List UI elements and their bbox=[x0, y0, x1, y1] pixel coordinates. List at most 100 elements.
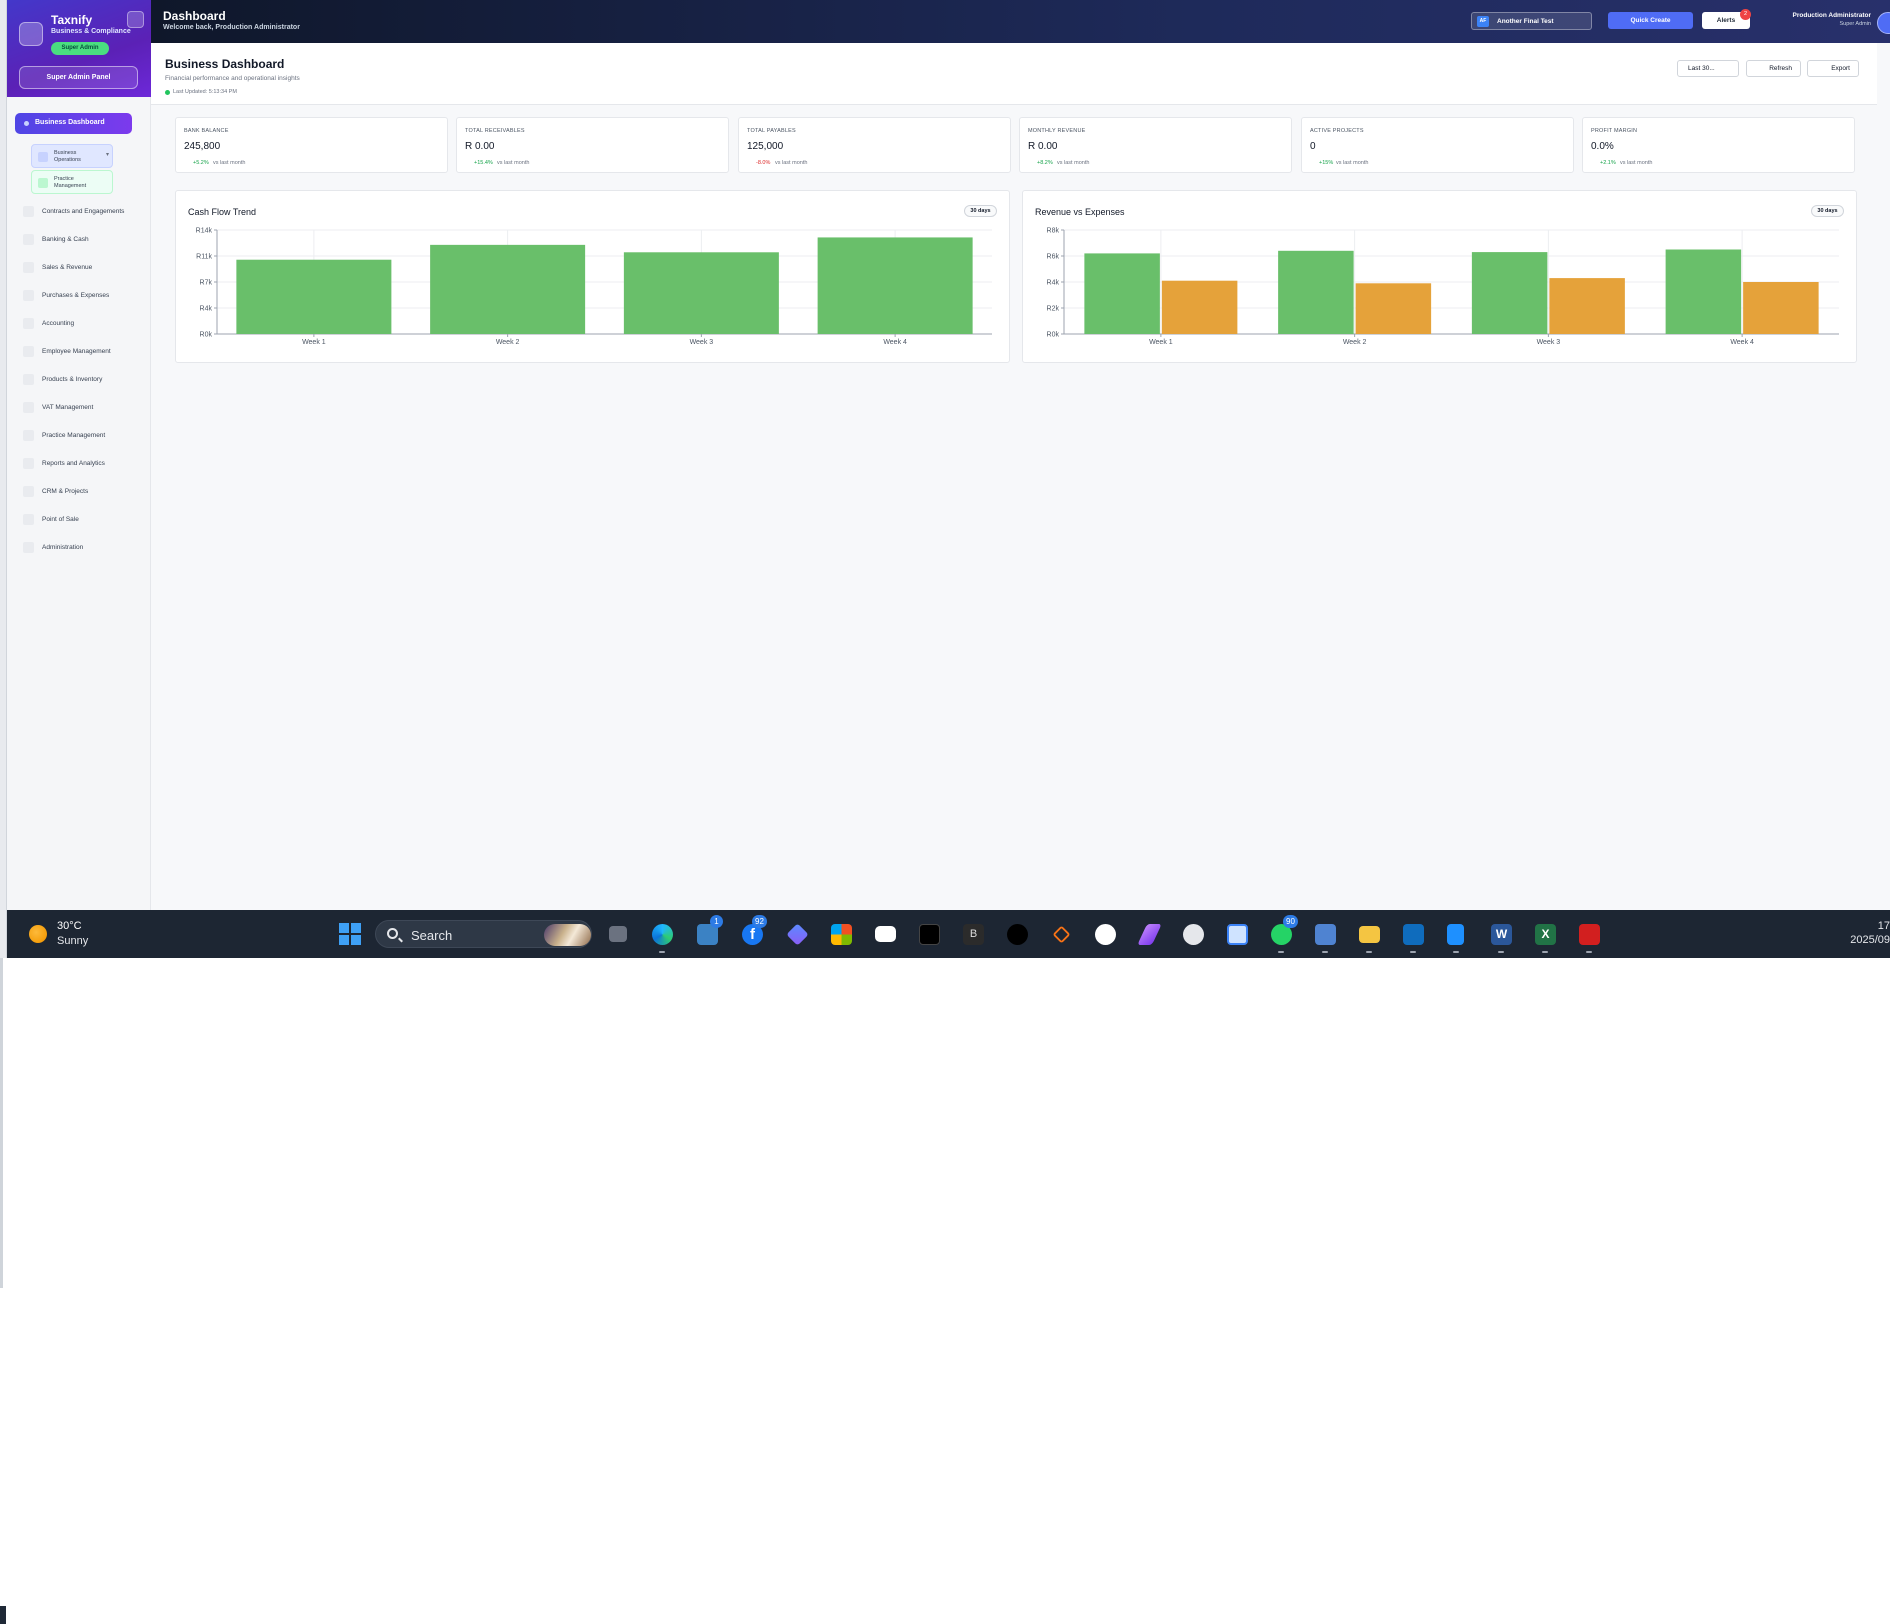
sunny-weather-icon[interactable] bbox=[29, 925, 47, 943]
super-admin-panel-button[interactable]: Super Admin Panel bbox=[19, 66, 138, 89]
bar bbox=[1355, 283, 1432, 334]
git-tool-icon[interactable] bbox=[1052, 925, 1071, 944]
user-name[interactable]: Production Administrator bbox=[1771, 12, 1871, 19]
date-range-select[interactable]: Last 30... bbox=[1677, 60, 1739, 77]
kpi-card-profit-margin: PROFIT MARGIN 0.0% +2.1% vs last month bbox=[1582, 117, 1855, 173]
alerts-count-badge: 2 bbox=[1740, 9, 1751, 20]
sidebar-item-reports[interactable]: Reports and Analytics bbox=[23, 457, 143, 471]
sidebar-item-practice[interactable]: Practice Management bbox=[23, 429, 143, 443]
refresh-button[interactable]: Refresh bbox=[1746, 60, 1801, 77]
x-tick-label: Week 3 bbox=[690, 339, 714, 346]
github-desktop-icon[interactable] bbox=[1183, 924, 1204, 945]
sidebar-item-pos[interactable]: Point of Sale bbox=[23, 513, 143, 527]
word-icon[interactable]: W bbox=[1491, 924, 1512, 945]
y-tick-label: R11k bbox=[196, 254, 212, 261]
outlook-icon[interactable] bbox=[1403, 924, 1424, 945]
kpi-change: +15% bbox=[1319, 160, 1334, 166]
sidebar-item-employees[interactable]: Employee Management bbox=[23, 345, 143, 359]
excel-icon[interactable]: X bbox=[1535, 924, 1556, 945]
weather-temperature[interactable]: 30°C bbox=[57, 920, 82, 932]
sidebar-item-label: Practice Management bbox=[42, 432, 106, 439]
taskbar-search[interactable]: Search bbox=[375, 920, 592, 948]
kpi-change-suffix: vs last month bbox=[497, 160, 530, 166]
sidebar-subitem-business-operations[interactable]: Business Operations ▾ bbox=[31, 144, 113, 168]
sidebar-item-label: Contracts and Engagements bbox=[42, 208, 125, 215]
task-view-icon[interactable] bbox=[609, 926, 627, 942]
sidebar-header: Taxnify Business & Compliance Super Admi… bbox=[7, 0, 151, 97]
bar bbox=[1084, 253, 1160, 334]
remote-desktop-icon[interactable] bbox=[1227, 924, 1248, 945]
sidebar-item-banking[interactable]: Banking & Cash bbox=[23, 233, 143, 247]
notepad-icon[interactable] bbox=[1447, 924, 1464, 945]
kpi-label: TOTAL RECEIVABLES bbox=[465, 128, 525, 134]
microsoft-store-icon[interactable] bbox=[831, 924, 852, 945]
role-badge: Super Admin bbox=[51, 42, 109, 55]
acrobat-icon[interactable] bbox=[1579, 924, 1600, 945]
chart-period-button[interactable]: 30 days bbox=[1811, 205, 1844, 217]
y-tick-label: R8k bbox=[1047, 228, 1060, 235]
y-tick-label: R4k bbox=[200, 306, 213, 313]
avatar[interactable] bbox=[1877, 12, 1890, 34]
desktop-screen: Taxnify Business & Compliance Super Admi… bbox=[0, 0, 1890, 1624]
sidebar-item-vat[interactable]: VAT Management bbox=[23, 401, 143, 415]
feather-app-icon[interactable] bbox=[1137, 924, 1162, 945]
bar bbox=[236, 259, 392, 334]
sidebar-item-business-dashboard[interactable]: Business Dashboard bbox=[15, 113, 132, 134]
copilot-icon[interactable] bbox=[786, 923, 809, 946]
github-icon[interactable] bbox=[1095, 924, 1116, 945]
running-indicator bbox=[1453, 951, 1459, 953]
mail-app-icon[interactable] bbox=[1315, 924, 1336, 945]
sidebar-item-crm[interactable]: CRM & Projects bbox=[23, 485, 143, 499]
bar bbox=[1549, 278, 1625, 334]
sidebar-item-purchases[interactable]: Purchases & Expenses bbox=[23, 289, 143, 303]
bar bbox=[430, 244, 586, 334]
kpi-value: 0 bbox=[1310, 141, 1316, 152]
kpi-label: PROFIT MARGIN bbox=[1591, 128, 1638, 134]
y-tick-label: R7k bbox=[200, 280, 213, 287]
sidebar-item-contracts[interactable]: Contracts and Engagements bbox=[23, 205, 143, 219]
bold-app-icon[interactable]: B bbox=[963, 924, 984, 945]
top-bar: Dashboard Welcome back, Production Admin… bbox=[151, 0, 1890, 43]
running-indicator bbox=[1498, 951, 1504, 953]
kpi-change: +8.2% bbox=[1037, 160, 1053, 166]
kpi-label: BANK BALANCE bbox=[184, 128, 229, 134]
quick-create-button[interactable]: Quick Create bbox=[1608, 12, 1693, 29]
sidebar-item-administration[interactable]: Administration bbox=[23, 541, 143, 555]
whatsapp-badge: 90 bbox=[1283, 915, 1298, 928]
company-name: Another Final Test bbox=[1497, 18, 1554, 25]
chart-period-button[interactable]: 30 days bbox=[964, 205, 997, 217]
collapse-sidebar-button[interactable] bbox=[127, 11, 144, 28]
sidebar-subitem-practice-management[interactable]: Practice Management bbox=[31, 170, 113, 194]
youtube-icon[interactable] bbox=[875, 926, 896, 942]
sidebar-item-accounting[interactable]: Accounting bbox=[23, 317, 143, 331]
kpi-value: R 0.00 bbox=[465, 141, 495, 152]
x-tick-label: Week 2 bbox=[496, 339, 520, 346]
edge-browser-icon[interactable] bbox=[652, 924, 673, 945]
company-selector[interactable]: AF Another Final Test bbox=[1471, 12, 1592, 30]
y-tick-label: R0k bbox=[1047, 332, 1060, 339]
export-button[interactable]: Export bbox=[1807, 60, 1859, 77]
kpi-card-active-projects: ACTIVE PROJECTS 0 +15% vs last month bbox=[1301, 117, 1574, 173]
terminal-icon[interactable] bbox=[919, 924, 940, 945]
app-window: Taxnify Business & Compliance Super Admi… bbox=[7, 0, 1890, 910]
y-tick-label: R2k bbox=[1047, 306, 1060, 313]
clock-time[interactable]: 17 bbox=[1831, 920, 1890, 932]
brand-tagline: Business & Compliance bbox=[51, 28, 131, 35]
facebook-badge: 92 bbox=[752, 915, 767, 928]
running-indicator bbox=[1322, 951, 1328, 953]
register-icon bbox=[23, 514, 34, 525]
running-indicator bbox=[1586, 951, 1592, 953]
background-window-corner bbox=[0, 1606, 6, 1624]
sidebar-item-sales[interactable]: Sales & Revenue bbox=[23, 261, 143, 275]
tiktok-icon[interactable] bbox=[1007, 924, 1028, 945]
weather-condition[interactable]: Sunny bbox=[57, 935, 88, 947]
sidebar-item-label: Purchases & Expenses bbox=[42, 292, 110, 299]
running-indicator bbox=[1366, 951, 1372, 953]
clock-date[interactable]: 2025/09 bbox=[1831, 934, 1890, 946]
sidebar-item-products[interactable]: Products & Inventory bbox=[23, 373, 143, 387]
sidebar-item-label: Business Dashboard bbox=[35, 119, 105, 126]
file-explorer-icon[interactable] bbox=[1359, 926, 1380, 943]
sidebar-subitem-label: Business Operations bbox=[54, 150, 81, 163]
windows-start-icon[interactable] bbox=[339, 923, 361, 945]
practice-icon bbox=[38, 178, 48, 188]
